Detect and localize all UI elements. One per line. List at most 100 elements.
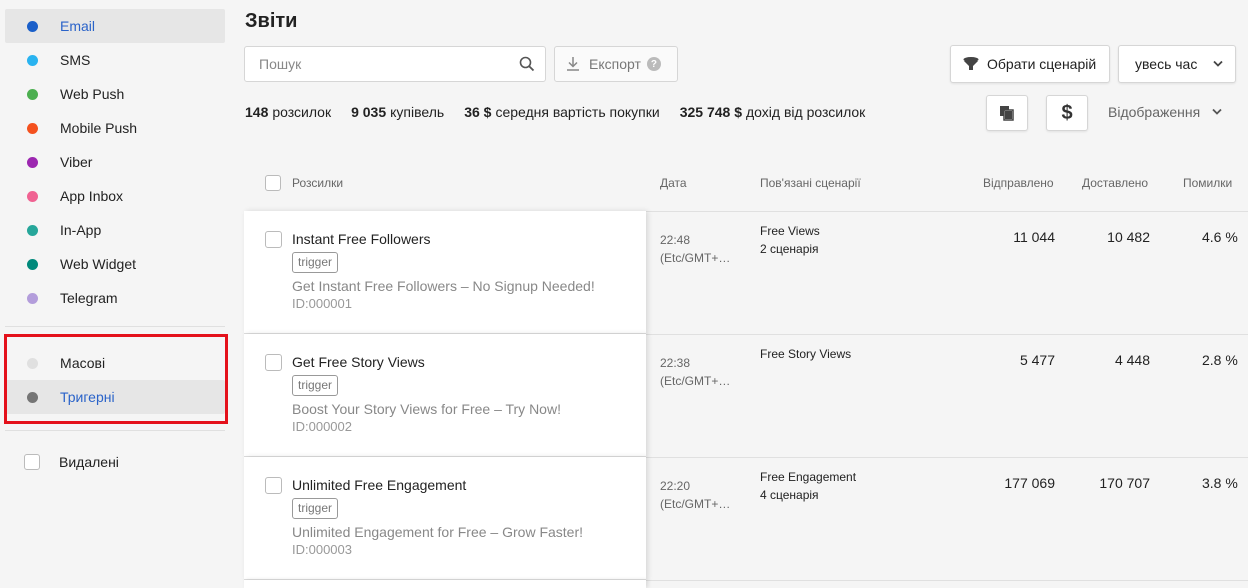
chevron-down-icon: [1212, 108, 1222, 115]
stat-campaigns: 148 розсилок: [245, 104, 332, 120]
row-scenario-count: 4 сценарія: [760, 488, 819, 502]
search-icon[interactable]: [519, 56, 535, 72]
sidebar-item-sms[interactable]: SMS: [5, 43, 225, 77]
campaign-card[interactable]: Get Free Story Views trigger Boost Your …: [244, 334, 646, 457]
sidebar-item-label: Web Push: [60, 86, 125, 102]
copy-icon: [1000, 106, 1014, 121]
sidebar-divider: [5, 326, 225, 327]
sidebar-item-web-widget[interactable]: Web Widget: [5, 247, 225, 281]
sidebar-item-label: Видалені: [59, 454, 119, 470]
select-scenario-label: Обрати сценарій: [987, 56, 1097, 72]
search-input[interactable]: [259, 56, 499, 72]
chevron-down-icon: [1213, 60, 1223, 67]
sidebar-item-viber[interactable]: Viber: [5, 145, 225, 179]
campaign-name[interactable]: Unlimited Free Engagement: [292, 477, 466, 493]
sidebar-item-label: Web Widget: [60, 256, 136, 272]
select-scenario-button[interactable]: Обрати сценарій: [950, 45, 1110, 83]
column-header-date[interactable]: Дата: [660, 176, 687, 190]
row-time: 22:38: [660, 356, 691, 370]
search-box[interactable]: [244, 46, 546, 82]
campaign-subject: Boost Your Story Views for Free – Try No…: [292, 401, 561, 417]
sidebar-item-label: Тригерні: [60, 389, 115, 405]
sidebar-item-mass[interactable]: Масові: [5, 346, 225, 380]
sidebar-item-telegram[interactable]: Telegram: [5, 281, 225, 315]
channel-dot-icon: [27, 292, 38, 304]
campaign-name[interactable]: Instant Free Followers: [292, 231, 431, 247]
main-content: Звіти Експорт ? Обрати сценарій увесь ча…: [232, 0, 1248, 588]
row-sent: 5 477: [1019, 352, 1055, 368]
row-errors: 4.6 %: [1202, 229, 1238, 245]
channel-dot-icon: [27, 88, 38, 100]
help-icon[interactable]: ?: [646, 57, 661, 71]
channel-dot-icon: [27, 156, 38, 168]
row-scenario[interactable]: Free Engagement: [760, 470, 856, 484]
deleted-checkbox[interactable]: [24, 454, 40, 470]
row-checkbox[interactable]: [265, 231, 282, 248]
row-errors: 2.8 %: [1202, 352, 1238, 368]
download-icon: [567, 57, 579, 71]
row-checkbox[interactable]: [265, 354, 282, 371]
period-select[interactable]: увесь час: [1118, 45, 1236, 83]
type-dot-icon: [27, 391, 38, 403]
campaign-name[interactable]: Get Free Story Views: [292, 354, 425, 370]
row-sent: 11 044: [1013, 229, 1055, 245]
export-label: Експорт: [589, 56, 641, 72]
sidebar-item-label: In-App: [60, 222, 102, 238]
campaign-subject: Get Instant Free Followers – No Signup N…: [292, 278, 595, 294]
campaign-id: ID:000001: [292, 296, 352, 311]
page-title: Звіти: [245, 10, 298, 32]
sidebar-item-deleted[interactable]: Видалені: [5, 445, 225, 479]
sidebar-item-label: App Inbox: [60, 188, 124, 204]
campaign-card[interactable]: Unlimited Free Engagement trigger Unlimi…: [244, 457, 646, 580]
type-dot-icon: [27, 357, 38, 369]
sidebar-item-label: Mobile Push: [60, 120, 138, 136]
column-header-delivered[interactable]: Доставлено: [1082, 176, 1148, 190]
channel-dot-icon: [27, 190, 38, 202]
column-header-scenarios[interactable]: Пов'язані сценарії: [760, 176, 861, 190]
sidebar-item-in-app[interactable]: In-App: [5, 213, 225, 247]
row-checkbox[interactable]: [265, 477, 282, 494]
row-scenario[interactable]: Free Views: [760, 224, 820, 238]
row-time: 22:20: [660, 479, 691, 493]
select-all-checkbox[interactable]: [265, 175, 281, 191]
row-timezone: (Etc/GMT+…: [660, 374, 731, 388]
sidebar-item-mobile-push[interactable]: Mobile Push: [5, 111, 225, 145]
sidebar-item-trigger[interactable]: Тригерні: [5, 380, 225, 414]
row-delivered: 170 707: [1099, 475, 1150, 491]
sidebar-item-label: Viber: [60, 154, 93, 170]
column-header-errors[interactable]: Помилки: [1183, 176, 1232, 190]
row-errors: 3.8 %: [1202, 475, 1238, 491]
channel-dot-icon: [27, 54, 38, 66]
column-header-sent[interactable]: Відправлено: [983, 176, 1054, 190]
row-delivered: 10 482: [1107, 229, 1150, 245]
sidebar-item-label: Telegram: [60, 290, 118, 306]
channel-dot-icon: [27, 122, 38, 134]
funnel-icon: [963, 57, 979, 70]
row-sent: 177 069: [1004, 475, 1055, 491]
export-button[interactable]: Експорт ?: [554, 46, 678, 82]
currency-button[interactable]: $: [1046, 95, 1088, 131]
row-timezone: (Etc/GMT+…: [660, 497, 731, 511]
row-delivered: 4 448: [1114, 352, 1150, 368]
period-value: увесь час: [1135, 56, 1198, 72]
sidebar-item-label: Email: [60, 18, 96, 34]
row-timezone: (Etc/GMT+…: [660, 251, 731, 265]
stats-summary: 148 розсилок 9 035 купівель 36 $ середня ва…: [245, 104, 885, 120]
column-header-campaigns[interactable]: Розсилки: [292, 176, 343, 190]
sidebar: Email SMS Web Push Mobile Push Viber App…: [0, 0, 232, 588]
stat-avg-price: 36 $ середня вартість покупки: [464, 104, 660, 120]
campaign-tag: trigger: [292, 375, 339, 396]
campaign-card[interactable]: Instant Free Followers trigger Get Insta…: [244, 211, 646, 334]
campaign-id: ID:000003: [292, 542, 352, 557]
display-toggle[interactable]: Відображення: [1108, 104, 1222, 120]
copy-button[interactable]: [986, 95, 1028, 131]
row-scenario-count: 2 сценарія: [760, 242, 819, 256]
channel-dot-icon: [27, 20, 38, 32]
dollar-icon: $: [1061, 101, 1073, 124]
stat-revenue: 325 748 $ дохід від розсилок: [679, 104, 866, 120]
sidebar-item-app-inbox[interactable]: App Inbox: [5, 179, 225, 213]
sidebar-item-web-push[interactable]: Web Push: [5, 77, 225, 111]
sidebar-item-email[interactable]: Email: [5, 9, 225, 43]
display-label: Відображення: [1108, 104, 1201, 120]
row-scenario[interactable]: Free Story Views: [760, 347, 851, 361]
